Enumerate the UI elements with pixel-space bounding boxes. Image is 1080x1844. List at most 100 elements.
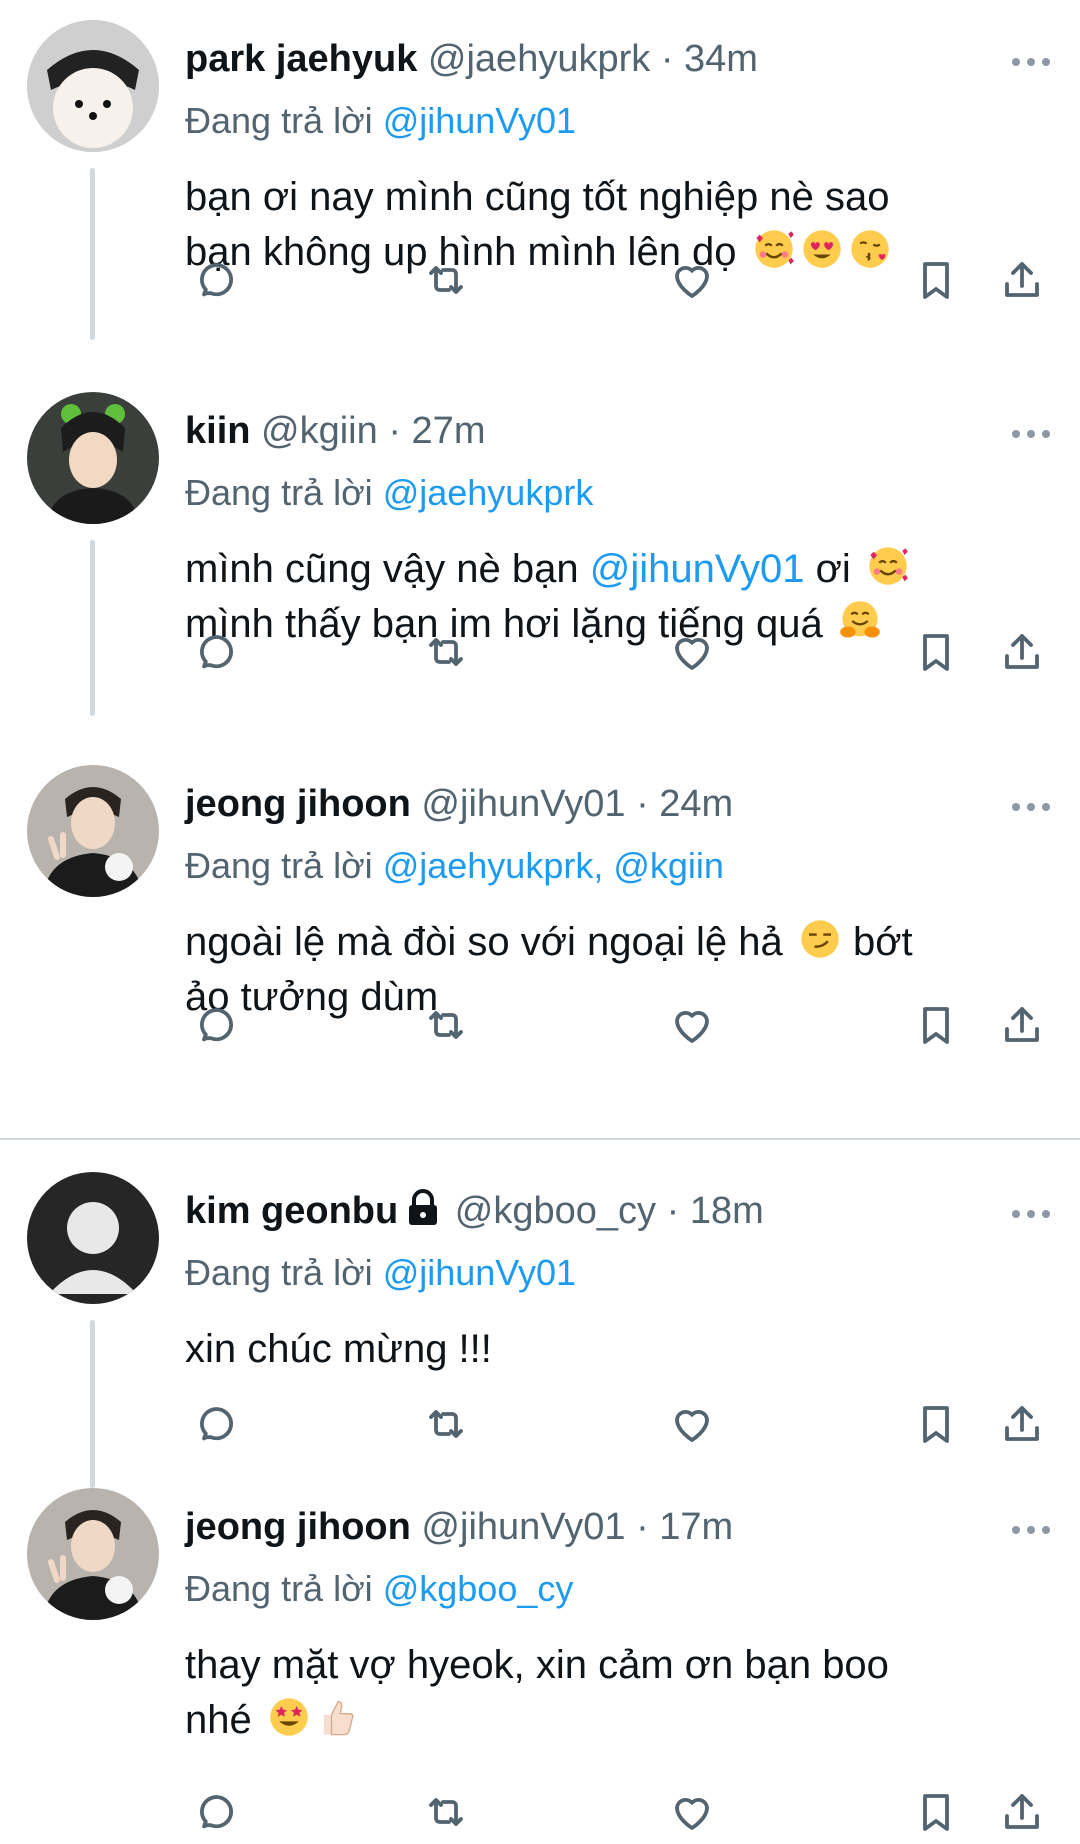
bookmark-icon[interactable]	[912, 1001, 960, 1049]
like-icon[interactable]	[668, 628, 716, 676]
replying-to-label: Đang trả lời	[185, 845, 373, 886]
replying-to-label: Đang trả lời	[185, 472, 373, 513]
text-line: nhé	[185, 1693, 1045, 1748]
handle[interactable]: @jihunVy01	[421, 783, 625, 825]
tweet-header: kim geonbu @kgboo_cy · 18m	[185, 1188, 764, 1234]
mention-link[interactable]: @kgboo_cy	[383, 1568, 574, 1609]
text-line: xin chúc mừng !!!	[185, 1327, 492, 1371]
share-icon[interactable]	[998, 1788, 1046, 1836]
reply-icon[interactable]	[187, 1001, 235, 1049]
handle[interactable]: @jaehyukprk	[428, 38, 650, 80]
handle[interactable]: @jihunVy01	[421, 1506, 625, 1548]
thread-divider	[0, 1138, 1080, 1140]
text-span: ngoài lệ mà đòi so với ngoại lệ hả	[185, 920, 783, 964]
replying-to: Đang trả lời @kgboo_cy	[185, 1566, 573, 1612]
separator-dot: ·	[636, 1506, 649, 1548]
display-name[interactable]: jeong jihoon	[185, 1506, 411, 1548]
timestamp[interactable]: 34m	[684, 38, 758, 80]
action-bar	[0, 1400, 1080, 1450]
bookmark-icon[interactable]	[912, 628, 960, 676]
more-options-icon[interactable]	[1012, 803, 1050, 813]
avatar[interactable]	[27, 392, 159, 524]
display-name[interactable]: kiin	[185, 410, 250, 452]
default-avatar-icon[interactable]	[27, 1172, 159, 1304]
replying-to: Đang trả lời @jihunVy01	[185, 98, 576, 144]
mention-link[interactable]: @jihunVy01	[383, 100, 576, 141]
replying-to-label: Đang trả lời	[185, 1252, 373, 1293]
timestamp[interactable]: 18m	[690, 1190, 764, 1232]
timestamp[interactable]: 27m	[412, 410, 486, 452]
replying-to: Đang trả lời @jihunVy01	[185, 1250, 576, 1296]
smirking-face-icon	[798, 917, 842, 961]
tweet-text: thay mặt vợ hyeok, xin cảm ơn bạn boo nh…	[185, 1638, 1045, 1748]
share-icon[interactable]	[998, 1001, 1046, 1049]
like-icon[interactable]	[668, 256, 716, 304]
reply-icon[interactable]	[187, 256, 235, 304]
mention-link[interactable]: @jaehyukprk, @kgiin	[383, 845, 724, 886]
timestamp[interactable]: 17m	[659, 1506, 733, 1548]
tweet-text: xin chúc mừng !!!	[185, 1322, 1045, 1377]
replying-to: Đang trả lời @jaehyukprk	[185, 470, 593, 516]
more-options-icon[interactable]	[1012, 430, 1050, 440]
separator-dot: ·	[660, 38, 674, 80]
display-name[interactable]: kim geonbu	[185, 1190, 398, 1232]
smiling-face-with-hearts-icon	[866, 544, 910, 588]
like-icon[interactable]	[668, 1400, 716, 1448]
tweet-header: kiin @kgiin · 27m	[185, 408, 485, 454]
more-options-icon[interactable]	[1012, 1526, 1050, 1536]
display-name[interactable]: park jaehyuk	[185, 38, 417, 80]
separator-dot: ·	[666, 1190, 680, 1232]
share-icon[interactable]	[998, 628, 1046, 676]
share-icon[interactable]	[998, 256, 1046, 304]
handle[interactable]: @kgiin	[261, 410, 378, 452]
star-struck-icon	[267, 1695, 311, 1739]
display-name[interactable]: jeong jihoon	[185, 783, 411, 825]
retweet-icon[interactable]	[422, 1400, 470, 1448]
bookmark-icon[interactable]	[912, 1400, 960, 1448]
action-bar	[0, 256, 1080, 306]
more-options-icon[interactable]	[1012, 58, 1050, 68]
retweet-icon[interactable]	[422, 256, 470, 304]
text-span: nhé	[185, 1698, 252, 1742]
retweet-icon[interactable]	[422, 1788, 470, 1836]
bookmark-icon[interactable]	[912, 1788, 960, 1836]
replying-to: Đang trả lời @jaehyukprk, @kgiin	[185, 843, 724, 889]
handle[interactable]: @kgboo_cy	[455, 1190, 656, 1232]
like-icon[interactable]	[668, 1001, 716, 1049]
reply-icon[interactable]	[187, 1788, 235, 1836]
replying-to-label: Đang trả lời	[185, 100, 373, 141]
separator-dot: ·	[636, 783, 649, 825]
separator-dot: ·	[388, 410, 401, 452]
reply-icon[interactable]	[187, 628, 235, 676]
reply-icon[interactable]	[187, 1400, 235, 1448]
action-bar	[0, 1788, 1080, 1838]
text-span: ơi	[804, 547, 851, 591]
tweet-header: jeong jihoon @jihunVy01 · 24m	[185, 781, 733, 827]
text-span: bớt	[852, 920, 913, 964]
more-options-icon[interactable]	[1012, 1210, 1050, 1220]
text-line: mình cũng vậy nè bạn @jihunVy01 ơi	[185, 542, 1045, 597]
timestamp[interactable]: 24m	[659, 783, 733, 825]
mention-link[interactable]: @jihunVy01	[383, 1252, 576, 1293]
text-line: bạn ơi nay mình cũng tốt nghiệp nè sao	[185, 175, 890, 219]
like-icon[interactable]	[668, 1788, 716, 1836]
avatar[interactable]	[27, 1488, 159, 1620]
avatar[interactable]	[27, 765, 159, 897]
bookmark-icon[interactable]	[912, 256, 960, 304]
avatar[interactable]	[27, 20, 159, 152]
thumbs-up-icon	[315, 1695, 359, 1739]
tweet-header: park jaehyuk @jaehyukprk · 34m	[185, 36, 758, 82]
mention-link[interactable]: @jaehyukprk	[383, 472, 594, 513]
text-line: ngoài lệ mà đòi so với ngoại lệ hả bớt	[185, 915, 1045, 970]
retweet-icon[interactable]	[422, 1001, 470, 1049]
text-span: mình cũng vậy nè bạn	[185, 547, 590, 591]
mention-link[interactable]: @jihunVy01	[590, 547, 805, 591]
replying-to-label: Đang trả lời	[185, 1568, 373, 1609]
text-line: thay mặt vợ hyeok, xin cảm ơn bạn boo	[185, 1643, 889, 1687]
lock-icon	[409, 1189, 438, 1225]
share-icon[interactable]	[998, 1400, 1046, 1448]
retweet-icon[interactable]	[422, 628, 470, 676]
tweet-header: jeong jihoon @jihunVy01 · 17m	[185, 1504, 733, 1550]
action-bar	[0, 628, 1080, 678]
action-bar	[0, 1001, 1080, 1051]
